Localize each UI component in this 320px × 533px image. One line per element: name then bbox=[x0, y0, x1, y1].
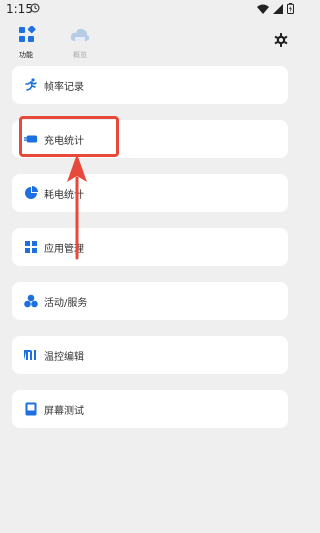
menu-item-power-stats[interactable]: 耗电统计 bbox=[12, 174, 288, 212]
apps-icon bbox=[6, 25, 46, 48]
red-arrow-icon bbox=[62, 150, 92, 264]
wifi-icon bbox=[257, 4, 269, 17]
running-icon bbox=[24, 78, 38, 92]
menu-item-screen-test[interactable]: 屏幕测试 bbox=[12, 390, 288, 428]
menu-item-label: 屏幕测试 bbox=[44, 405, 84, 417]
menu-item-thermal-edit[interactable]: 温控编辑 bbox=[12, 336, 288, 374]
signal-icon bbox=[273, 3, 283, 17]
menu-item-label: 温控编辑 bbox=[44, 351, 84, 363]
battery-icon bbox=[287, 3, 294, 17]
menu-item-activity-service[interactable]: 活动/服务 bbox=[12, 282, 288, 320]
menu-item-fps-record[interactable]: 帧率记录 bbox=[12, 66, 288, 104]
grid-icon bbox=[24, 240, 38, 254]
tab-functions-label: 功能 bbox=[19, 51, 33, 59]
tab-functions[interactable]: 功能 bbox=[6, 25, 46, 60]
tab-overview-label: 概览 bbox=[73, 51, 87, 59]
mi-icon bbox=[24, 348, 38, 362]
menu-item-app-management[interactable]: 应用管理 bbox=[12, 228, 288, 266]
menu-item-label: 活动/服务 bbox=[44, 297, 88, 309]
menu-item-label: 帧率记录 bbox=[44, 81, 84, 93]
settings-button[interactable] bbox=[274, 32, 288, 51]
top-tabs: 功能 概览 bbox=[0, 22, 300, 60]
clock-icon bbox=[30, 3, 40, 16]
activity-icon bbox=[24, 294, 38, 308]
gear-icon bbox=[274, 32, 288, 51]
cloud-icon bbox=[60, 26, 100, 48]
status-bar: 1:15 bbox=[0, 0, 300, 20]
pie-icon bbox=[24, 186, 38, 200]
status-icons bbox=[257, 3, 294, 17]
status-time: 1:15 bbox=[6, 2, 33, 16]
screen-icon bbox=[24, 402, 38, 416]
tab-overview[interactable]: 概览 bbox=[60, 26, 100, 60]
